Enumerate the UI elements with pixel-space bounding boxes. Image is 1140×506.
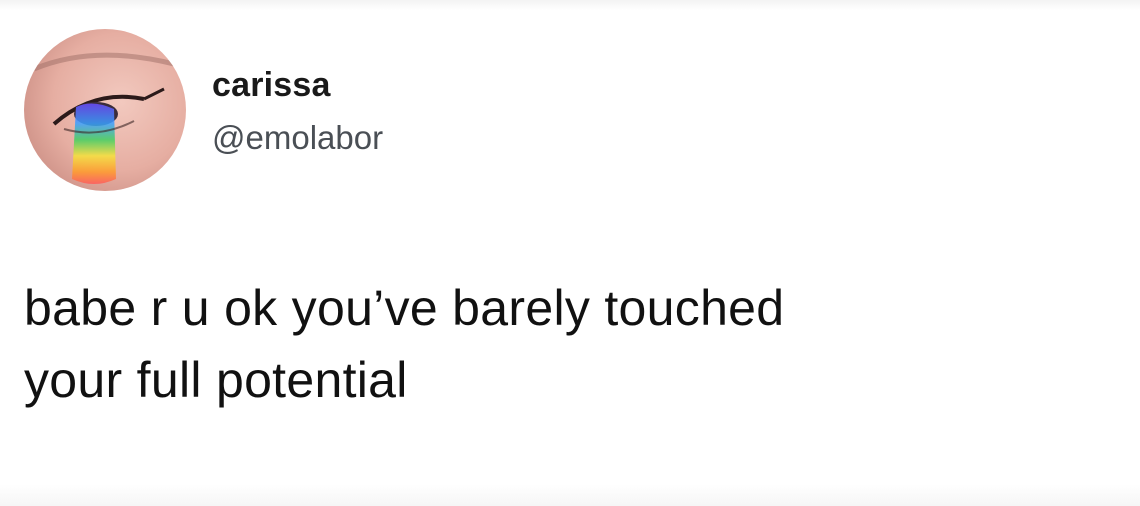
tweet-header: carissa @emolabor bbox=[24, 28, 1114, 192]
tweet-card: carissa @emolabor babe r u ok you’ve bar… bbox=[24, 28, 1114, 468]
avatar-image bbox=[24, 29, 186, 191]
avatar[interactable] bbox=[24, 29, 186, 191]
display-name[interactable]: carissa bbox=[212, 63, 383, 107]
user-handle[interactable]: @emolabor bbox=[212, 115, 383, 161]
user-names: carissa @emolabor bbox=[212, 59, 383, 161]
tweet-text-line: your full potential bbox=[24, 352, 408, 408]
tweet-screenshot: carissa @emolabor babe r u ok you’ve bar… bbox=[0, 0, 1140, 506]
tweet-text-line: babe r u ok you’ve barely touched bbox=[24, 280, 785, 336]
tweet-text: babe r u ok you’ve barely touched your f… bbox=[24, 272, 1084, 416]
bottom-divider bbox=[0, 484, 1140, 506]
top-divider bbox=[0, 0, 1140, 10]
